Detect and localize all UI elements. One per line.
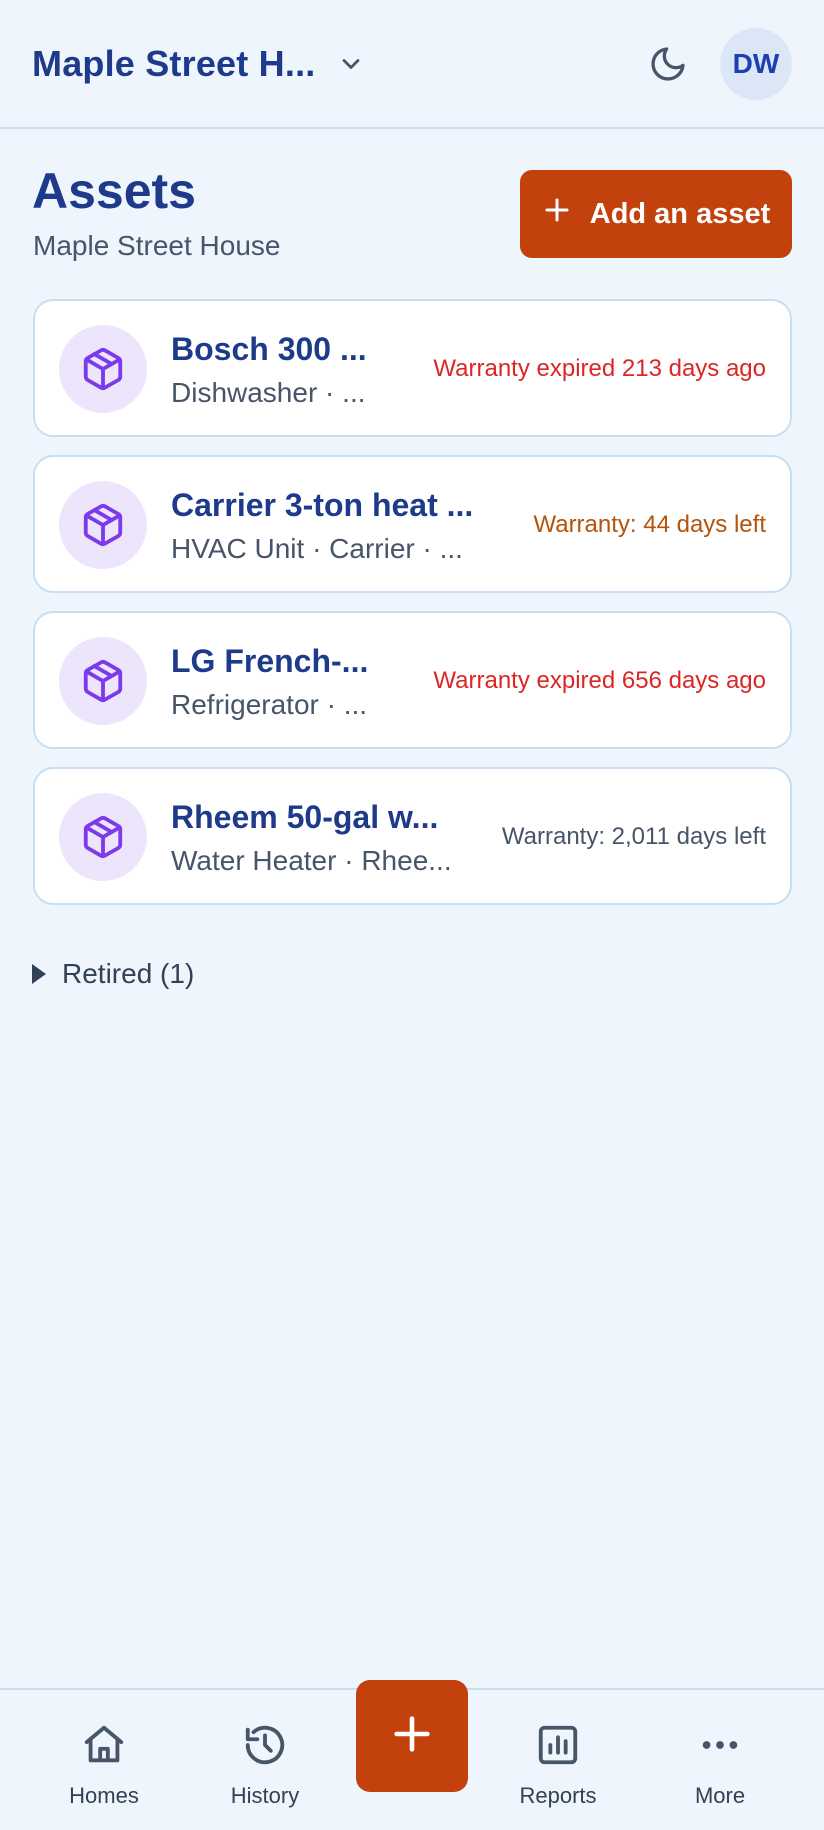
package-icon xyxy=(59,637,147,725)
warranty-status: Warranty: 44 days left xyxy=(533,511,766,538)
asset-card[interactable]: Bosch 300 ... Dishwasher · ... Warranty … xyxy=(33,299,792,437)
plus-icon xyxy=(389,1711,435,1762)
plus-icon xyxy=(542,195,572,233)
nav-history-label: History xyxy=(230,1783,300,1808)
history-icon xyxy=(242,1722,288,1773)
moon-icon[interactable] xyxy=(644,40,692,88)
quick-add-button[interactable] xyxy=(356,1680,468,1792)
warranty-status: Warranty: 2,011 days left xyxy=(501,823,766,850)
reports-icon xyxy=(535,1722,581,1773)
home-switcher[interactable]: Maple Street H... xyxy=(32,36,365,92)
asset-name: LG French-... xyxy=(171,643,369,679)
nav-more[interactable]: More xyxy=(655,1722,785,1822)
package-icon xyxy=(59,325,147,413)
page-title: Assets xyxy=(32,163,196,219)
nav-more-label: More xyxy=(694,1783,746,1808)
home-icon xyxy=(81,1722,127,1773)
warranty-status: Warranty expired 213 days ago xyxy=(433,355,766,382)
asset-name: Carrier 3-ton heat ... xyxy=(171,487,474,523)
assets-page: Maple Street H... DW Assets Maple Street… xyxy=(0,0,824,1830)
nav-homes-label: Homes xyxy=(69,1783,139,1808)
package-icon xyxy=(59,481,147,569)
asset-meta: Refrigerator · ... xyxy=(171,689,368,720)
add-asset-button[interactable]: Add an asset xyxy=(520,170,792,258)
top-bar: Maple Street H... DW xyxy=(0,0,824,129)
nav-reports[interactable]: Reports xyxy=(493,1722,623,1822)
more-icon xyxy=(697,1722,743,1773)
package-icon xyxy=(59,793,147,881)
retired-label: Retired (1) xyxy=(62,958,195,989)
caret-right-icon xyxy=(32,964,46,984)
asset-card[interactable]: Carrier 3-ton heat ... HVAC Unit · Carri… xyxy=(33,455,792,593)
asset-name: Bosch 300 ... xyxy=(171,331,367,367)
warranty-status: Warranty expired 656 days ago xyxy=(433,667,766,694)
asset-card[interactable]: Rheem 50-gal w... Water Heater · Rhee...… xyxy=(33,767,792,905)
nav-history[interactable]: History xyxy=(200,1722,330,1822)
asset-card[interactable]: LG French-... Refrigerator · ... Warrant… xyxy=(33,611,792,749)
asset-meta: Dishwasher · ... xyxy=(171,377,366,408)
asset-name: Rheem 50-gal w... xyxy=(171,799,439,835)
nav-homes[interactable]: Homes xyxy=(39,1722,169,1822)
add-asset-label: Add an asset xyxy=(589,197,771,230)
avatar[interactable]: DW xyxy=(720,28,792,100)
nav-reports-label: Reports xyxy=(519,1783,597,1808)
chevron-down-icon xyxy=(337,50,365,78)
home-name: Maple Street H... xyxy=(32,43,316,84)
page-subtitle: Maple Street House xyxy=(33,230,281,261)
asset-meta: HVAC Unit · Carrier · ... xyxy=(171,533,463,564)
retired-toggle[interactable]: Retired (1) xyxy=(32,956,194,992)
asset-meta: Water Heater · Rhee... xyxy=(171,845,452,876)
